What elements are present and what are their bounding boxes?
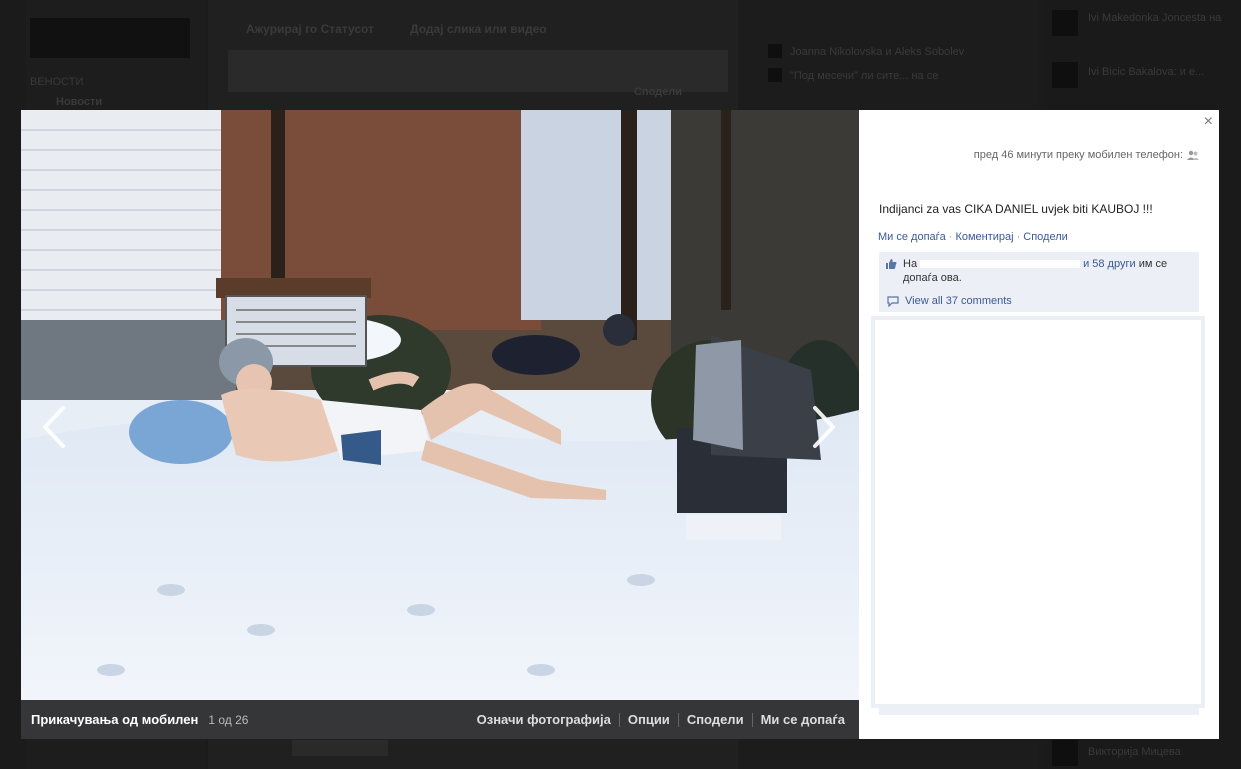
photo-sidebar: × пред 46 минути преку мобилен телефон: … xyxy=(859,110,1219,739)
separator-dot: · xyxy=(948,231,953,243)
ticker-avatar xyxy=(1052,10,1078,36)
photo-stage: Прикачувања од мобилен 1 од 26 Означи фо… xyxy=(21,110,859,739)
ticker-item[interactable]: Викторија Мицева xyxy=(1088,746,1181,758)
post-actions: Ми се допаѓа · Коментирај · Сподели xyxy=(878,231,1068,243)
divider xyxy=(751,712,753,727)
composer-photo[interactable]: Додај слика или видео xyxy=(410,22,547,36)
feed-snippet: "Под месечи" ли сите... на се xyxy=(790,70,939,82)
view-all-comments-link[interactable]: View all 37 comments xyxy=(879,291,1199,312)
chevron-left-icon xyxy=(43,406,65,448)
photo-caption: Indijanci za vas CIKA DANIEL uvjek biti … xyxy=(879,202,1153,216)
tag-photo-button[interactable]: Означи фотографија xyxy=(477,712,611,727)
like-link[interactable]: Ми се допаѓа xyxy=(878,231,946,243)
feed-snippet: Joanna Nikolovska и Aleks Sobolev xyxy=(790,46,965,58)
feed-thumb xyxy=(768,44,782,58)
separator-dot: · xyxy=(1016,231,1021,243)
photo-viewer: Прикачувања од мобилен 1 од 26 Означи фо… xyxy=(21,110,1219,739)
comments-footer xyxy=(879,707,1199,715)
ticker-item[interactable]: Ivi Bicic Bakalova: и е... xyxy=(1088,66,1204,78)
friends-icon[interactable] xyxy=(1187,149,1199,161)
comments-area[interactable] xyxy=(871,316,1205,708)
photo xyxy=(21,110,859,739)
next-photo-button[interactable] xyxy=(807,402,843,452)
share-link[interactable]: Сподели xyxy=(1023,231,1068,243)
options-button[interactable]: Опции xyxy=(628,712,670,727)
profile-picture xyxy=(30,18,190,58)
divider xyxy=(618,712,620,727)
composer-share-button[interactable]: Сподели xyxy=(634,86,682,98)
likes-others-link[interactable]: и 58 други xyxy=(1083,258,1136,270)
feed-thumb xyxy=(768,68,782,82)
ticker-avatar xyxy=(1052,62,1078,88)
feed-element xyxy=(292,740,388,756)
likes-summary: На и 58 други им се допаѓа ова. xyxy=(879,252,1199,291)
footer-actions: Означи фотографија Опции Сподели Ми се д… xyxy=(477,712,845,727)
divider xyxy=(677,712,679,727)
close-icon[interactable]: × xyxy=(1204,114,1213,130)
ticker-avatar xyxy=(1052,740,1078,766)
thumbs-up-icon xyxy=(886,259,897,269)
ticker-item[interactable]: Ivi Makedonka Joncesta на xyxy=(1088,12,1221,24)
post-timestamp[interactable]: пред 46 минути преку мобилен телефон: xyxy=(974,149,1183,161)
likes-prefix: На xyxy=(903,258,918,270)
chevron-right-icon xyxy=(813,406,835,448)
post-meta: пред 46 минути преку мобилен телефон: xyxy=(859,149,1199,161)
album-title[interactable]: Прикачувања од мобилен xyxy=(31,712,198,727)
nav-item-news[interactable]: Новости xyxy=(56,96,102,108)
share-button[interactable]: Сподели xyxy=(687,712,744,727)
comment-bubble-icon xyxy=(887,296,899,307)
redacted-name xyxy=(920,260,1081,269)
view-all-comments-label: View all 37 comments xyxy=(905,295,1012,307)
like-button[interactable]: Ми се допаѓа xyxy=(761,712,845,727)
previous-photo-button[interactable] xyxy=(35,402,71,452)
photo-footer-bar: Прикачувања од мобилен 1 од 26 Означи фо… xyxy=(21,700,859,739)
photo-count: 1 од 26 xyxy=(208,712,249,727)
composer-status[interactable]: Ажурирај го Статусот xyxy=(246,22,374,36)
comment-link[interactable]: Коментирај xyxy=(955,231,1013,243)
sidebar-label: ВЕНОСТИ xyxy=(30,76,84,88)
